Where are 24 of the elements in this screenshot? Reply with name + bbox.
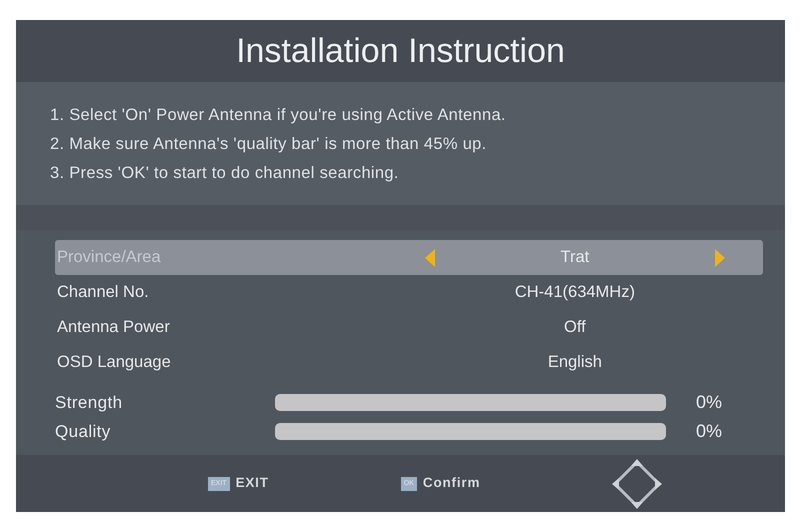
- meter-reading: 0%: [696, 420, 722, 443]
- setting-row[interactable]: Channel No. CH-41(634MHz): [55, 275, 763, 310]
- setting-label: Antenna Power: [57, 317, 171, 338]
- hint-label: Confirm: [422, 474, 480, 492]
- setting-value: Off: [563, 317, 587, 338]
- meter-reading: 0%: [696, 391, 722, 414]
- setting-label: Channel No.: [57, 282, 150, 304]
- setting-row[interactable]: OSD Language English: [55, 345, 763, 380]
- setting-value: CH-41(634MHz): [514, 282, 636, 304]
- setting-label: Province/Area: [57, 247, 162, 268]
- meter-label: Strength: [55, 392, 124, 414]
- setting-label: OSD Language: [57, 352, 172, 374]
- instruction-line: 2. Make sure Antenna's 'quality bar' is more than 45% up.: [50, 134, 488, 155]
- screen-title: Installation Instruction: [236, 30, 565, 72]
- setting-value: English: [546, 352, 603, 374]
- setting-value: Trat: [560, 247, 590, 268]
- instruction-line: 1. Select 'On' Power Antenna if you're using Active Antenna.: [50, 105, 507, 126]
- meter-label: Quality: [55, 420, 112, 443]
- hint-label: EXIT: [236, 474, 269, 492]
- instruction-line: 3. Press 'OK' to start to do channel searching.: [50, 163, 400, 184]
- right-arrow-icon[interactable]: [715, 248, 725, 266]
- navigation-pad-icon: [612, 458, 662, 508]
- setting-row[interactable]: Antenna Power Off: [55, 310, 763, 345]
- left-arrow-icon[interactable]: [424, 248, 435, 266]
